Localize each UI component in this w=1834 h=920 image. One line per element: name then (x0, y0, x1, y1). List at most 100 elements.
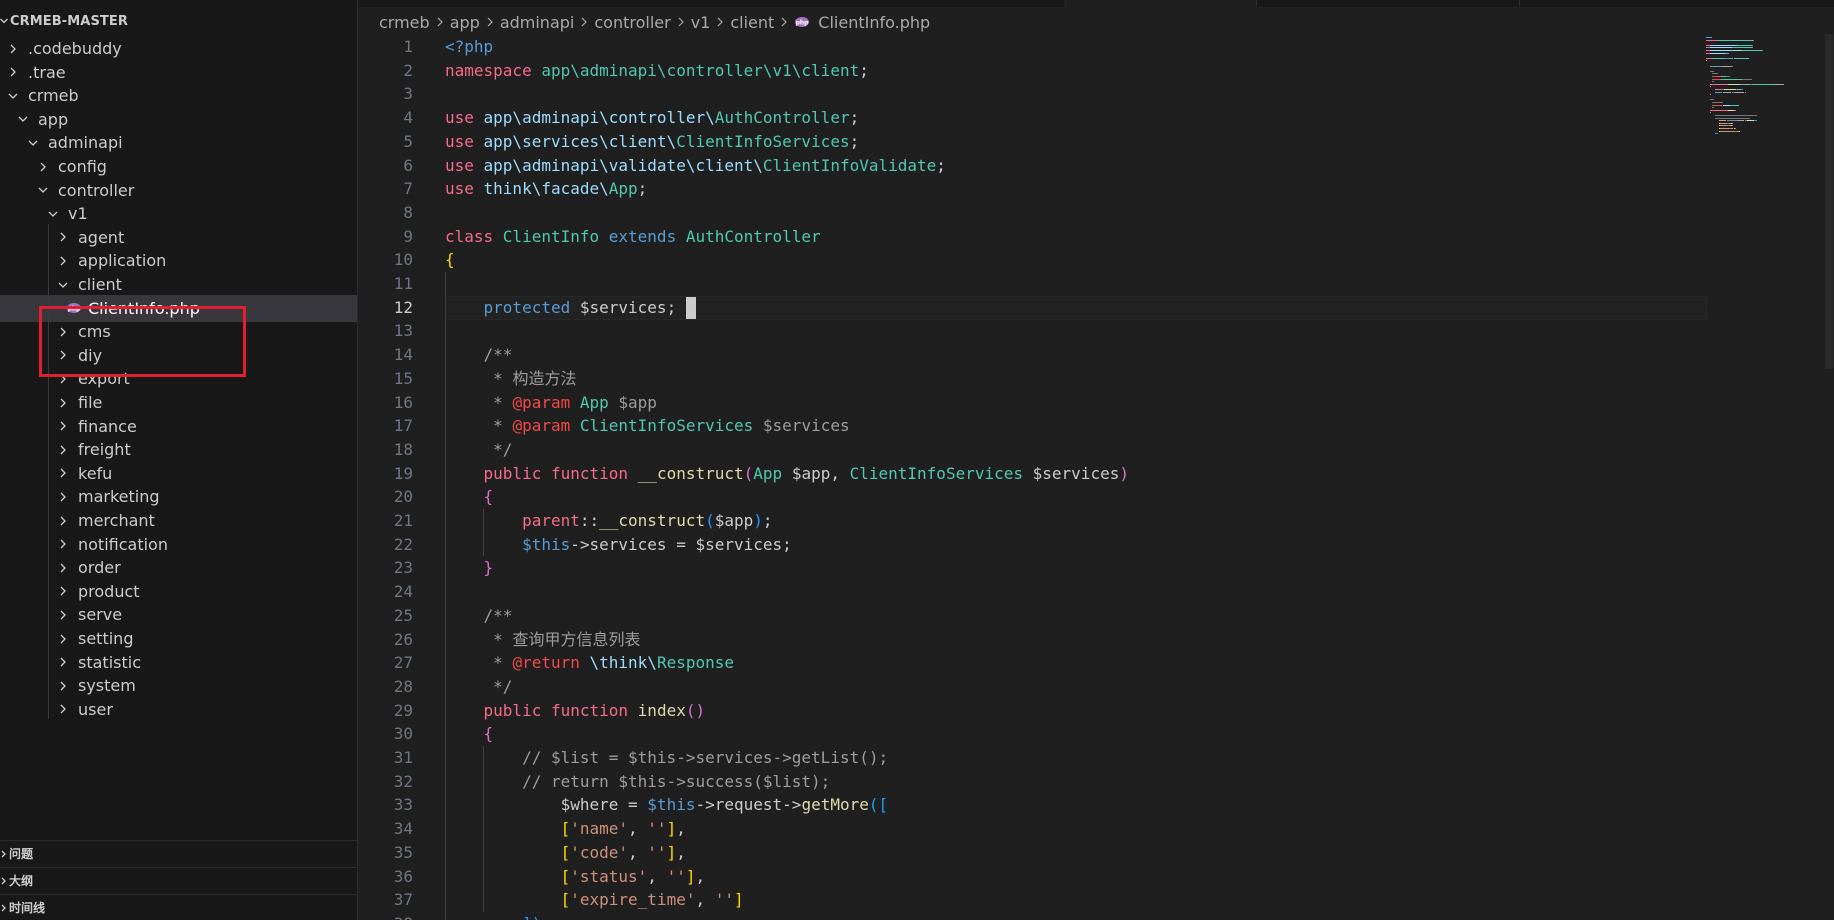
minimap-mark (1733, 109, 1736, 111)
explorer-root-header[interactable]: CRMEB-MASTER (0, 10, 357, 32)
code-text: /** (483, 345, 513, 365)
tab-strip (359, 0, 1834, 7)
chevron-right-icon (56, 372, 70, 386)
text-cursor (685, 296, 696, 319)
minimap-mark (1724, 57, 1734, 59)
minimap-mark (1722, 91, 1732, 93)
chevron-right-icon (56, 608, 70, 622)
tree-item-label: notification (78, 534, 168, 554)
breadcrumb-item[interactable]: app (450, 13, 480, 32)
code-line: 13 (359, 319, 1834, 343)
minimap-mark (1752, 47, 1754, 49)
minimap-mark (1728, 83, 1741, 85)
code-text: protected $services; (445, 296, 696, 320)
code-line: 17 * @param ClientInfoServices $services (359, 414, 1834, 438)
explorer-root-label: CRMEB-MASTER (10, 13, 128, 29)
line-number: 12 (393, 297, 413, 317)
code-line: 3 (359, 82, 1834, 106)
code-text: { (445, 250, 455, 270)
tree-item-label: serve (78, 605, 123, 625)
line-number: 38 (359, 912, 413, 920)
chevron-right-icon (56, 325, 70, 339)
minimap-mark (1720, 122, 1727, 124)
minimap-mark (1713, 104, 1723, 106)
minimap-mark (1710, 44, 1737, 46)
minimap-mark (1706, 57, 1713, 59)
tree-item-label: config (58, 157, 107, 176)
panel-header-1[interactable]: 大纲 (0, 867, 357, 893)
breadcrumb-item[interactable]: adminapi (500, 13, 575, 32)
chevron-right-icon (436, 16, 444, 28)
tree-item-label: file (78, 393, 103, 412)
tree-folder-user[interactable]: user (0, 696, 357, 723)
code-text: ['status', ''], (560, 866, 706, 886)
breadcrumb: crmeb app adminapi controller v1 client php Cli… (379, 10, 930, 34)
minimap-mark (1714, 115, 1757, 116)
code-text: */ (493, 676, 513, 696)
minimap-mark (1710, 83, 1719, 85)
tree-indent-guide (48, 223, 49, 720)
minimap-mark (1736, 44, 1753, 46)
breadcrumb-item[interactable]: crmeb (379, 13, 430, 32)
minimap-mark (1773, 83, 1783, 85)
tree-item-label: system (78, 676, 136, 696)
minimap-mark (1725, 76, 1731, 77)
code-text: use app\adminapi\validate\client\ClientI… (445, 155, 946, 175)
tree-item-label: statistic (78, 652, 141, 672)
line-number: 25 (393, 605, 413, 625)
chevron-right-icon (6, 42, 20, 56)
minimap[interactable] (1706, 34, 1826, 334)
minimap-mark (1706, 39, 1717, 41)
chevron-right-icon (56, 584, 70, 598)
line-number: 22 (393, 534, 413, 554)
minimap-mark (1733, 57, 1749, 59)
vertical-scrollbar-thumb[interactable] (1825, 34, 1833, 369)
code-text: * 查询甲方信息列表 (493, 629, 641, 649)
tree-item-label: product (78, 581, 140, 601)
line-number: 9 (403, 226, 413, 246)
minimap-mark (1728, 52, 1730, 54)
line-number: 1 (403, 37, 413, 56)
code-line: 35 ['code', ''], (359, 841, 1834, 865)
code-line: 11 (359, 272, 1834, 296)
panel-header-0[interactable]: 问题 (0, 840, 357, 866)
tree-item-label: diy (78, 345, 103, 365)
tree-item-label: client (78, 275, 122, 294)
minimap-mark (1753, 39, 1755, 41)
code-line: 15 * 构造方法 (359, 367, 1834, 391)
code-line: 4 use app\adminapi\controller\AuthControl… (359, 106, 1834, 130)
code-editor[interactable]: 1 <?php 2 namespace app\adminapi\controller… (359, 34, 1834, 920)
minimap-mark (1742, 78, 1753, 80)
minimap-mark (1746, 120, 1755, 122)
vscode-window: CRMEB-MASTER .codebuddy .trae crmeb app admi… (0, 0, 1834, 920)
code-line: 18 */ (359, 438, 1834, 462)
tree-item-label: merchant (78, 511, 155, 530)
tree-item-label: .codebuddy (28, 39, 122, 58)
minimap-mark (1710, 50, 1743, 51)
breadcrumb-item[interactable]: v1 (691, 13, 711, 32)
minimap-mark (1718, 83, 1728, 85)
code-text: ['expire_time', ''] (560, 890, 744, 910)
panel-header-2[interactable]: 时间线 (0, 894, 357, 920)
line-number: 24 (393, 582, 413, 602)
breadcrumb-file[interactable]: ClientInfo.php (818, 13, 930, 32)
code-text: */ (493, 439, 513, 459)
chevron-down-icon (26, 136, 40, 150)
code-text: $this->services = $services; (522, 534, 792, 554)
chevron-down-icon (0, 16, 10, 26)
chevron-right-icon (36, 160, 50, 174)
breadcrumb-item[interactable]: client (730, 13, 774, 32)
minimap-mark (1710, 70, 1714, 72)
minimap-mark (1712, 57, 1725, 59)
code-text: class ClientInfo extends AuthController (445, 226, 821, 246)
chevron-right-icon (56, 561, 70, 575)
code-text: $where = $this->request->getMore([ (560, 795, 889, 815)
chevron-right-icon (486, 16, 494, 28)
line-number: 6 (403, 155, 413, 175)
tab-active[interactable] (1066, 0, 1256, 7)
breadcrumb-item[interactable]: controller (594, 13, 670, 32)
minimap-mark (1710, 52, 1725, 54)
line-number: 19 (393, 463, 413, 483)
code-line: 26 * 查询甲方信息列表 (359, 628, 1834, 652)
chevron-right-icon (56, 702, 70, 716)
